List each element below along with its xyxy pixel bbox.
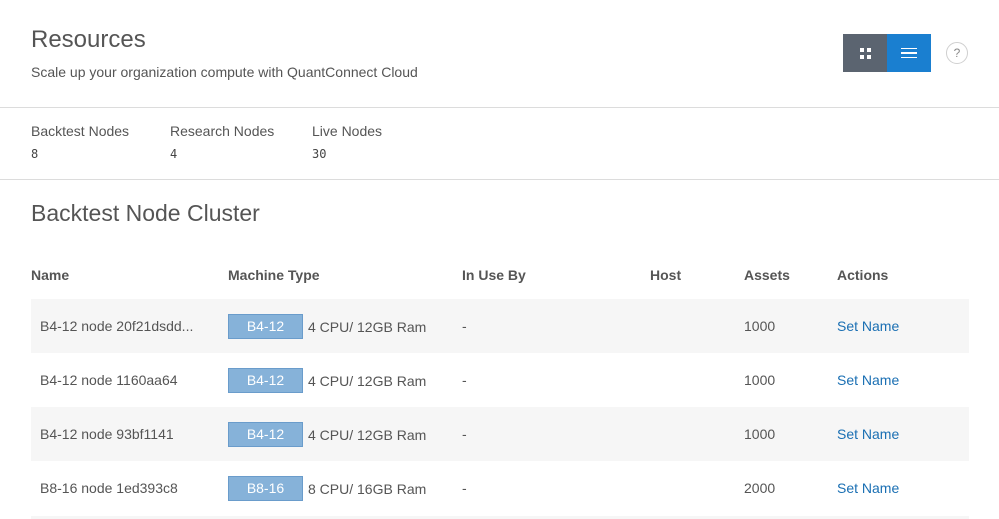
assets: 1000 xyxy=(744,372,776,388)
machine-badge: B4-12 xyxy=(228,368,303,393)
cluster-title: Backtest Node Cluster xyxy=(31,200,260,226)
assets: 1000 xyxy=(744,318,776,334)
machine-spec: 8 CPU/ 16GB Ram xyxy=(308,481,427,497)
page-subtitle: Scale up your organization compute with … xyxy=(31,64,418,80)
stat-label: Live Nodes xyxy=(312,123,383,139)
set-name-link[interactable]: Set Name xyxy=(837,480,899,496)
column-header-host[interactable]: Host xyxy=(650,267,681,283)
stat-value: 4 xyxy=(170,147,178,161)
node-name: B8-16 node 1ed393c8 xyxy=(40,480,178,496)
set-name-link[interactable]: Set Name xyxy=(837,426,899,442)
actions-cell: Set Name xyxy=(837,407,899,461)
page-title: Resources xyxy=(31,26,146,53)
stat-research-nodes: Research Nodes 4 xyxy=(170,123,274,161)
column-header-machine-type[interactable]: Machine Type xyxy=(228,267,320,283)
set-name-link[interactable]: Set Name xyxy=(837,318,899,334)
table-row: B4-12 node 93bf1141 B4-12 4 CPU/ 12GB Ra… xyxy=(31,407,969,461)
machine-type-cell: B4-12 4 CPU/ 12GB Ram xyxy=(228,407,426,461)
node-name: B4-12 node 93bf1141 xyxy=(40,426,174,442)
column-header-assets[interactable]: Assets xyxy=(744,267,790,283)
machine-type-cell: B4-12 4 CPU/ 12GB Ram xyxy=(228,299,426,353)
grid-view-button[interactable] xyxy=(843,34,887,72)
in-use-by: - xyxy=(462,318,467,334)
machine-type-cell: B4-12 4 CPU/ 12GB Ram xyxy=(228,353,426,407)
machine-spec: 4 CPU/ 12GB Ram xyxy=(308,373,427,389)
machine-spec: 4 CPU/ 12GB Ram xyxy=(308,319,427,335)
view-toggle xyxy=(843,34,931,72)
node-stats: Backtest Nodes 8 Research Nodes 4 Live N… xyxy=(0,108,999,179)
machine-badge: B4-12 xyxy=(228,314,303,339)
machine-badge: B4-12 xyxy=(228,422,303,447)
actions-cell: Set Name xyxy=(837,353,899,407)
actions-cell: Set Name xyxy=(837,299,899,353)
in-use-by: - xyxy=(462,426,467,442)
column-header-in-use-by[interactable]: In Use By xyxy=(462,267,526,283)
node-name: B4-12 node 1160aa64 xyxy=(40,372,178,388)
stats-divider xyxy=(0,179,999,180)
stat-label: Backtest Nodes xyxy=(31,123,130,139)
in-use-by: - xyxy=(462,480,467,496)
node-name: B4-12 node 20f21dsdd... xyxy=(40,318,194,334)
machine-badge: B8-16 xyxy=(228,476,303,501)
column-header-name[interactable]: Name xyxy=(31,267,69,283)
actions-cell: Set Name xyxy=(837,461,899,515)
in-use-by: - xyxy=(462,372,467,388)
stat-label: Research Nodes xyxy=(170,123,275,139)
assets: 2000 xyxy=(744,480,776,496)
column-header-actions: Actions xyxy=(837,267,889,283)
table-row: B4-12 node 1160aa64 B4-12 4 CPU/ 12GB Ra… xyxy=(31,353,969,407)
machine-type-cell: B8-16 8 CPU/ 16GB Ram xyxy=(228,461,426,515)
stat-value: 30 xyxy=(312,147,327,161)
page-header: Resources Scale up your organization com… xyxy=(0,0,999,107)
stat-value: 8 xyxy=(31,147,39,161)
stat-live-nodes: Live Nodes 30 xyxy=(312,123,382,161)
help-button[interactable]: ? xyxy=(946,42,968,64)
table-row: B8-16 node 1ed393c8 B8-16 8 CPU/ 16GB Ra… xyxy=(31,461,969,515)
list-icon xyxy=(901,47,917,59)
stat-backtest-nodes: Backtest Nodes 8 xyxy=(31,123,129,161)
table-row: B4-12 node 20f21dsdd... B4-12 4 CPU/ 12G… xyxy=(31,299,969,353)
assets: 1000 xyxy=(744,426,776,442)
grid-icon xyxy=(859,47,871,59)
set-name-link[interactable]: Set Name xyxy=(837,372,899,388)
machine-spec: 4 CPU/ 12GB Ram xyxy=(308,427,427,443)
list-view-button[interactable] xyxy=(887,34,931,72)
